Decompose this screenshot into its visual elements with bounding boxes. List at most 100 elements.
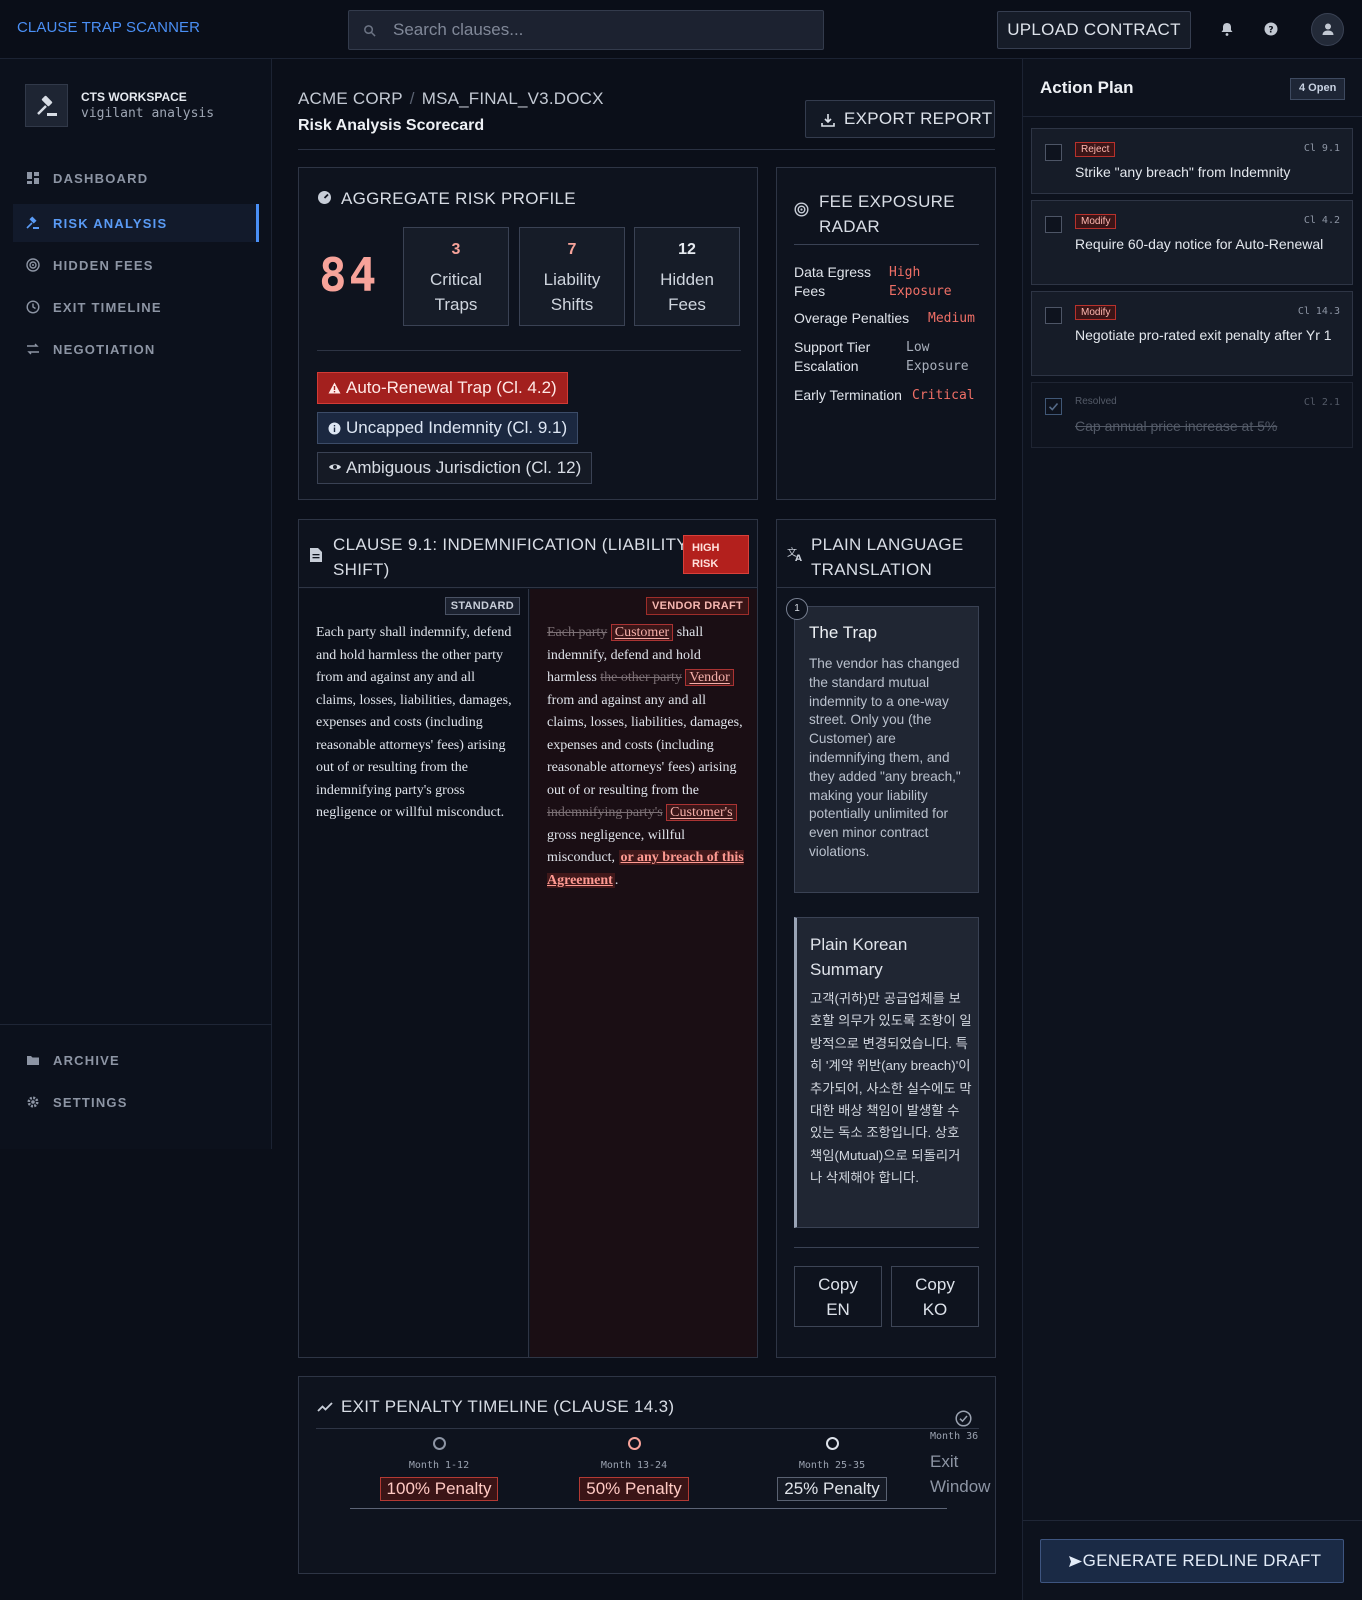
vendor-clause-text: Each party Customer shall indemnify, def… <box>547 624 744 888</box>
search-box[interactable] <box>348 10 824 50</box>
stat-value: 7 <box>567 241 577 258</box>
check-icon <box>1048 402 1059 411</box>
inserted-text[interactable]: Vendor <box>685 669 734 686</box>
breadcrumb-company[interactable]: ACME CORP <box>298 89 403 108</box>
task-item-resolved[interactable]: Resolved Cl 2.1 Cap annual price increas… <box>1031 382 1353 448</box>
task-checkbox[interactable] <box>1045 398 1062 415</box>
timeline-stage-exit[interactable]: Month 36 Exit Window <box>930 1410 994 1499</box>
trap-body: The vendor has changed the standard mutu… <box>809 656 961 859</box>
grid-icon <box>27 172 39 184</box>
risk-tag-label: Ambiguous Jurisdiction (Cl. 12) <box>346 458 582 477</box>
risk-tag-auto-renewal[interactable]: Auto-Renewal Trap (Cl. 4.2) <box>317 372 568 404</box>
fee-name: Support Tier Escalation <box>794 339 871 374</box>
fee-level: Medium <box>928 311 975 326</box>
bell-icon[interactable] <box>1218 20 1236 38</box>
deleted-text: the other party <box>600 670 682 685</box>
standard-clause-text: Each party shall indemnify, defend and h… <box>316 625 512 820</box>
generate-label: GENERATE REDLINE DRAFT <box>1082 1551 1322 1570</box>
nav-settings[interactable]: SETTINGS <box>13 1083 259 1121</box>
timeline-stage-3[interactable]: Month 25-35 25% Penalty <box>772 1437 892 1501</box>
stage-marker <box>825 1437 839 1450</box>
stage-penalty: 100% Penalty <box>379 1477 499 1501</box>
breadcrumb-separator: / <box>409 89 415 108</box>
send-icon <box>1069 1556 1082 1567</box>
help-icon[interactable]: ? <box>1262 20 1280 38</box>
gear-icon <box>27 1096 39 1108</box>
workspace-title: CTS WORKSPACE <box>81 90 187 104</box>
inserted-text[interactable]: Customer <box>610 624 674 641</box>
nav-dashboard[interactable]: DASHBOARD <box>13 159 259 197</box>
card-title: PLAIN LANGUAGE TRANSLATION <box>811 535 964 579</box>
nav-label: RISK ANALYSIS <box>53 216 168 231</box>
task-text: Strike "any breach" from Indemnity <box>1075 164 1291 180</box>
folder-icon <box>27 1056 39 1065</box>
task-item[interactable]: Modify Cl 14.3 Negotiate pro-rated exit … <box>1031 291 1353 376</box>
nav-label: HIDDEN FEES <box>53 258 154 273</box>
fee-level: Critical <box>912 388 975 403</box>
timeline-stage-1[interactable]: Month 1-12 100% Penalty <box>379 1437 499 1501</box>
risk-tag-ambiguous-jurisdiction[interactable]: Ambiguous Jurisdiction (Cl. 12) <box>317 452 593 484</box>
korean-summary: Plain Korean Summary 고객(귀하)만 공급업체를 보호할 의… <box>794 917 979 1228</box>
card-divider <box>794 244 979 245</box>
stat-label: Hidden Fees <box>660 270 714 314</box>
target-icon <box>26 258 40 272</box>
copy-en-button[interactable]: Copy EN <box>794 1266 882 1327</box>
nav-hidden-fees[interactable]: HIDDEN FEES <box>13 246 259 284</box>
risk-score: 84 <box>319 248 379 302</box>
task-action-label: Modify <box>1075 305 1117 320</box>
swap-icon <box>27 343 39 355</box>
breadcrumb-file[interactable]: MSA_FINAL_V3.DOCX <box>422 89 604 108</box>
stat-hidden-fees[interactable]: 12 Hidden Fees <box>634 227 740 326</box>
generate-redline-draft-button[interactable]: GENERATE REDLINE DRAFT <box>1040 1539 1344 1583</box>
task-text: Negotiate pro-rated exit penalty after Y… <box>1075 327 1332 343</box>
task-clause-ref: Cl 14.3 <box>1297 306 1340 317</box>
task-checkbox[interactable] <box>1045 144 1062 161</box>
fee-level: Low Exposure <box>906 340 969 374</box>
task-checkbox[interactable] <box>1045 216 1062 233</box>
top-bar: CLAUSE TRAP SCANNER UPLOAD CONTRACT ? <box>0 0 1362 59</box>
app-brand[interactable]: CLAUSE TRAP SCANNER <box>17 19 200 36</box>
timeline-stage-2[interactable]: Month 13-24 50% Penalty <box>574 1437 694 1501</box>
task-item[interactable]: Reject Cl 9.1 Strike "any breach" from I… <box>1031 128 1353 194</box>
stat-critical-traps[interactable]: 3 Critical Traps <box>403 227 509 326</box>
exit-penalty-timeline-card: EXIT PENALTY TIMELINE (CLAUSE 14.3) Mont… <box>298 1376 996 1574</box>
avatar[interactable] <box>1311 13 1344 46</box>
stage-marker <box>627 1437 641 1450</box>
page-title: Risk Analysis Scorecard <box>298 117 485 134</box>
search-icon <box>364 25 376 37</box>
nav-archive[interactable]: ARCHIVE <box>13 1041 259 1079</box>
sidebar-divider <box>0 1024 272 1025</box>
card-title: AGGREGATE RISK PROFILE <box>341 189 576 208</box>
aggregate-risk-card: AGGREGATE RISK PROFILE 84 3 Critical Trap… <box>298 167 758 500</box>
panel-footer-divider <box>1023 1520 1362 1521</box>
search-input[interactable] <box>393 19 813 41</box>
task-checkbox[interactable] <box>1045 307 1062 324</box>
step-number: 1 <box>786 598 808 620</box>
task-action-label: Resolved <box>1075 396 1117 407</box>
fee-exposure-card: FEE EXPOSURE RADAR Data Egress Fees High Ex… <box>776 167 996 500</box>
plain-language-card: 文A PLAIN LANGUAGE TRANSLATION 1 The Trap … <box>776 519 996 1358</box>
task-clause-ref: Cl 4.2 <box>1303 215 1340 226</box>
task-item[interactable]: Modify Cl 4.2 Require 60-day notice for … <box>1031 200 1353 285</box>
nav-label: DASHBOARD <box>53 171 149 186</box>
clock-icon <box>26 300 40 314</box>
nav-exit-timeline[interactable]: EXIT TIMELINE <box>13 288 259 326</box>
nav-negotiation[interactable]: NEGOTIATION <box>13 330 259 368</box>
inserted-text[interactable]: Customer's <box>666 804 737 821</box>
main-content: ACME CORP / MSA_FINAL_V3.DOCX Risk Analysi… <box>272 59 1022 1600</box>
clause-comparison-card: CLAUSE 9.1: INDEMNIFICATION (LIABILITY SH… <box>298 519 758 1358</box>
stage-month: Month 1-12 <box>408 1460 470 1471</box>
copy-ko-button[interactable]: Copy KO <box>891 1266 979 1327</box>
upload-contract-button[interactable]: UPLOAD CONTRACT <box>997 11 1191 49</box>
clause-title: CLAUSE 9.1: INDEMNIFICATION (LIABILITY SH… <box>333 535 688 579</box>
stat-value: 3 <box>451 241 461 258</box>
export-report-button[interactable]: EXPORT REPORT <box>805 100 995 138</box>
download-icon <box>821 114 835 127</box>
workspace-subtitle: vigilant analysis <box>81 106 215 121</box>
stat-liability-shifts[interactable]: 7 Liability Shifts <box>519 227 625 326</box>
task-text: Cap annual price increase at 5% <box>1075 418 1278 434</box>
nav-risk-analysis[interactable]: RISK ANALYSIS <box>13 204 259 242</box>
card-divider <box>317 350 741 351</box>
korean-summary-title: Plain Korean Summary <box>810 935 908 979</box>
risk-tag-uncapped-indemnity[interactable]: Uncapped Indemnity (Cl. 9.1) <box>317 412 579 444</box>
